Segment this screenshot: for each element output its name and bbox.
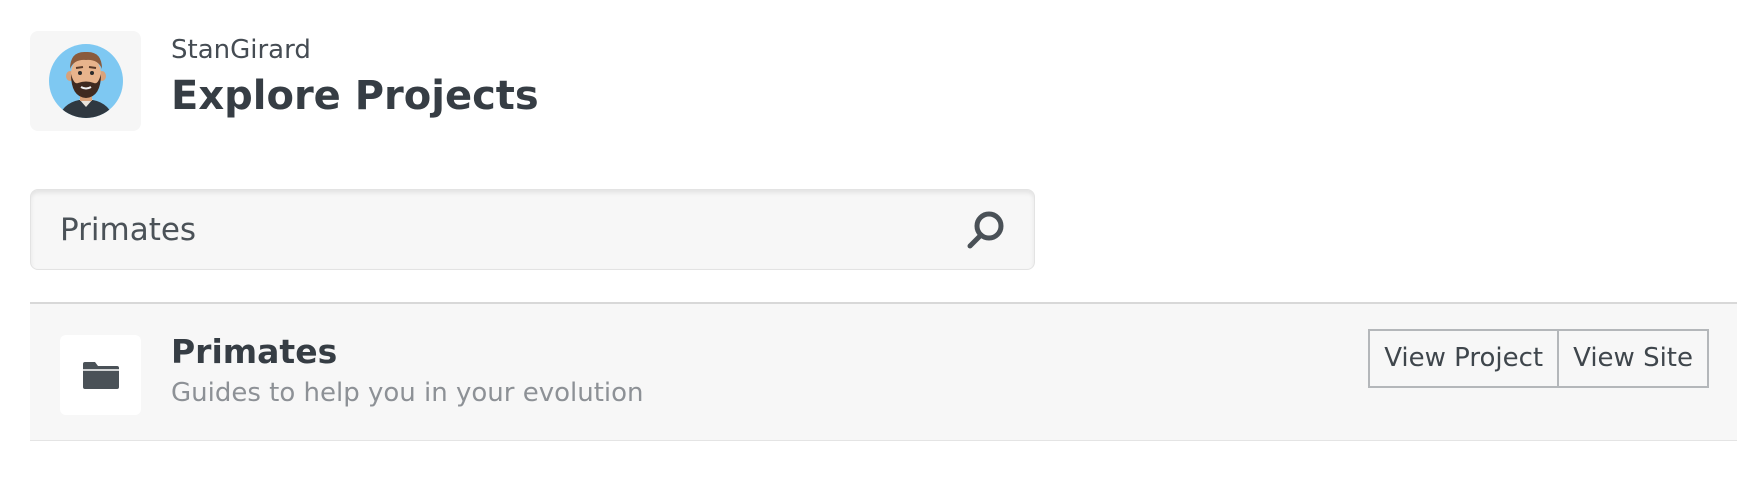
search-icon[interactable] xyxy=(960,204,1012,256)
view-project-button[interactable]: View Project xyxy=(1370,331,1557,386)
search-input[interactable] xyxy=(31,189,960,270)
search-bar xyxy=(30,189,1035,270)
project-icon-box xyxy=(60,335,141,415)
avatar-icon xyxy=(48,44,123,118)
avatar[interactable] xyxy=(30,31,141,131)
view-site-button[interactable]: View Site xyxy=(1557,331,1707,386)
page-title: Explore Projects xyxy=(171,73,539,119)
project-info: Primates Guides to help you in your evol… xyxy=(171,332,644,410)
header-titles: StanGirard Explore Projects xyxy=(171,35,539,122)
project-name[interactable]: Primates xyxy=(171,332,644,372)
project-actions: View Project View Site xyxy=(1368,329,1709,388)
list-item[interactable]: Primates Guides to help you in your evol… xyxy=(30,304,1737,441)
project-description: Guides to help you in your evolution xyxy=(171,378,644,408)
page-header: StanGirard Explore Projects xyxy=(30,31,539,131)
owner-name[interactable]: StanGirard xyxy=(171,34,539,66)
folder-icon xyxy=(82,362,119,389)
